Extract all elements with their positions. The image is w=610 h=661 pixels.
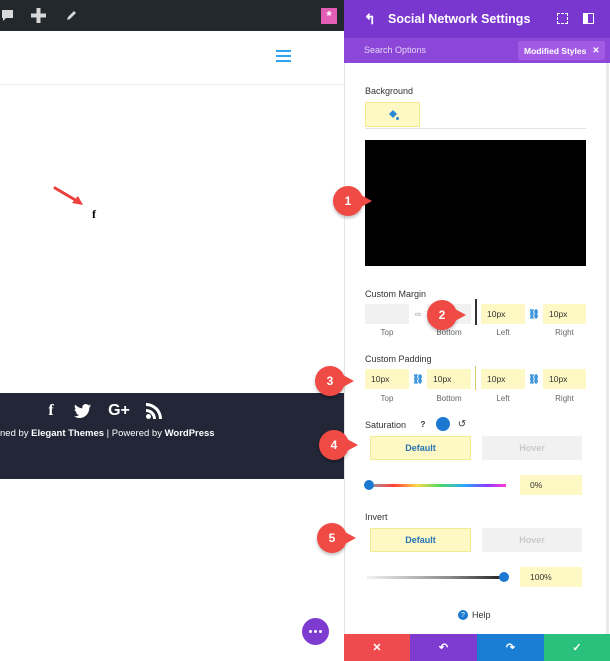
background-label: Background <box>365 86 414 96</box>
text-cursor <box>475 299 477 325</box>
search-options-link[interactable]: Search Options <box>364 45 426 55</box>
close-filter-icon[interactable]: ✕ <box>592 45 599 56</box>
padding-divider <box>475 366 476 390</box>
admin-toolbar: * <box>0 0 344 31</box>
page-body <box>0 86 344 393</box>
annotation-marker-3: 3 <box>315 366 354 396</box>
help-link[interactable]: ? Help <box>458 610 491 620</box>
padding-top-label: Top <box>380 394 394 403</box>
saturation-slider-handle[interactable] <box>364 480 374 490</box>
panel-title: Social Network Settings <box>388 12 531 26</box>
padding-link-left-right-icon[interactable]: ⛓ <box>525 369 543 389</box>
padding-left-label: Left <box>496 394 510 403</box>
panel-header: ↰ Social Network Settings <box>344 0 610 38</box>
modified-styles-label: Modified Styles <box>524 45 587 56</box>
google-plus-icon[interactable]: G+ <box>104 401 134 421</box>
facebook-icon[interactable]: f <box>44 401 58 421</box>
help-label: Help <box>472 610 491 620</box>
saturation-label: Saturation <box>365 420 407 430</box>
saturation-value-input[interactable]: 0% <box>520 475 582 495</box>
comment-icon[interactable] <box>0 0 14 31</box>
annotation-marker-5: 5 <box>317 523 356 553</box>
site-header <box>0 31 344 85</box>
annotation-marker-2: 2 <box>427 300 466 330</box>
paint-bucket-icon <box>388 109 399 120</box>
facebook-sample-icon[interactable]: f <box>92 207 96 222</box>
padding-bottom-input[interactable]: 10px <box>427 369 471 389</box>
credits-brand-link[interactable]: Elegant Themes <box>31 428 104 439</box>
margin-top-label: Top <box>380 328 394 337</box>
footer-credits: ned by Elegant Themes | Powered by WordP… <box>0 428 215 439</box>
back-arrow-icon[interactable]: ↰ <box>364 11 376 28</box>
credits-wordpress-link[interactable]: WordPress <box>165 428 215 439</box>
annotation-marker-4: 4 <box>319 430 358 460</box>
credits-prefix: ned by <box>0 428 32 439</box>
pencil-icon[interactable] <box>62 0 80 31</box>
background-color-tab[interactable] <box>365 102 420 127</box>
undo-button[interactable]: ↶ <box>410 634 477 661</box>
padding-link-top-bottom-icon[interactable]: ⛓ <box>409 369 427 389</box>
split-view-icon[interactable] <box>583 13 594 24</box>
cancel-button[interactable]: ✕ <box>344 634 410 661</box>
annotation-marker-1: 1 <box>333 186 372 216</box>
margin-top-input[interactable] <box>365 304 409 324</box>
panel-scrollbar[interactable] <box>606 63 609 634</box>
margin-right-label: Right <box>555 328 574 337</box>
margin-bottom-label: Bottom <box>436 328 462 337</box>
hover-cursor-icon[interactable] <box>436 417 450 431</box>
arrow-pointer-icon <box>53 186 83 205</box>
twitter-icon[interactable] <box>73 401 91 421</box>
custom-margin-label: Custom Margin <box>365 289 427 299</box>
redo-button[interactable]: ↷ <box>477 634 544 661</box>
menu-hamburger-icon[interactable] <box>276 50 291 62</box>
padding-top-input[interactable]: 10px <box>365 369 409 389</box>
save-button[interactable]: ✓ <box>544 634 610 661</box>
padding-bottom-label: Bottom <box>436 394 462 403</box>
builder-options-button[interactable] <box>302 618 329 645</box>
invert-default-tab[interactable]: Default <box>370 528 471 552</box>
help-question-icon[interactable]: ? <box>417 418 429 430</box>
invert-label: Invert <box>365 512 388 522</box>
margin-right-input[interactable]: 10px <box>543 304 586 324</box>
background-divider <box>365 128 586 129</box>
margin-left-input[interactable]: 10px <box>481 304 525 324</box>
padding-left-input[interactable]: 10px <box>481 369 525 389</box>
saturation-slider-track[interactable] <box>369 484 506 487</box>
expand-icon[interactable] <box>557 13 568 24</box>
margin-left-label: Left <box>496 328 510 337</box>
background-color-preview[interactable] <box>365 140 586 266</box>
modified-styles-filter[interactable]: Modified Styles ✕ <box>518 41 606 60</box>
invert-value-input[interactable]: 100% <box>520 567 582 587</box>
plus-icon[interactable] <box>28 0 48 31</box>
custom-padding-label: Custom Padding <box>365 354 432 364</box>
credits-powered: | Powered by <box>104 428 165 439</box>
margin-link-left-right-icon[interactable]: ⛓ <box>525 304 543 324</box>
site-footer: f G+ ned by Elegant Themes | Powered by … <box>0 393 344 479</box>
margin-link-top-bottom-icon[interactable]: ∞ <box>409 304 427 324</box>
help-circle-icon: ? <box>458 610 468 620</box>
padding-right-label: Right <box>555 394 574 403</box>
saturation-default-tab[interactable]: Default <box>370 436 471 460</box>
padding-right-input[interactable]: 10px <box>543 369 586 389</box>
saturation-hover-tab[interactable]: Hover <box>482 436 582 460</box>
divi-star-icon[interactable]: * <box>320 0 338 31</box>
invert-hover-tab[interactable]: Hover <box>482 528 582 552</box>
invert-slider-track[interactable] <box>367 576 504 579</box>
rss-icon[interactable] <box>145 401 163 421</box>
invert-slider-handle[interactable] <box>499 572 509 582</box>
reset-icon[interactable]: ↺ <box>456 417 468 431</box>
panel-tabs: Search Options Modified Styles ✕ <box>344 38 610 63</box>
